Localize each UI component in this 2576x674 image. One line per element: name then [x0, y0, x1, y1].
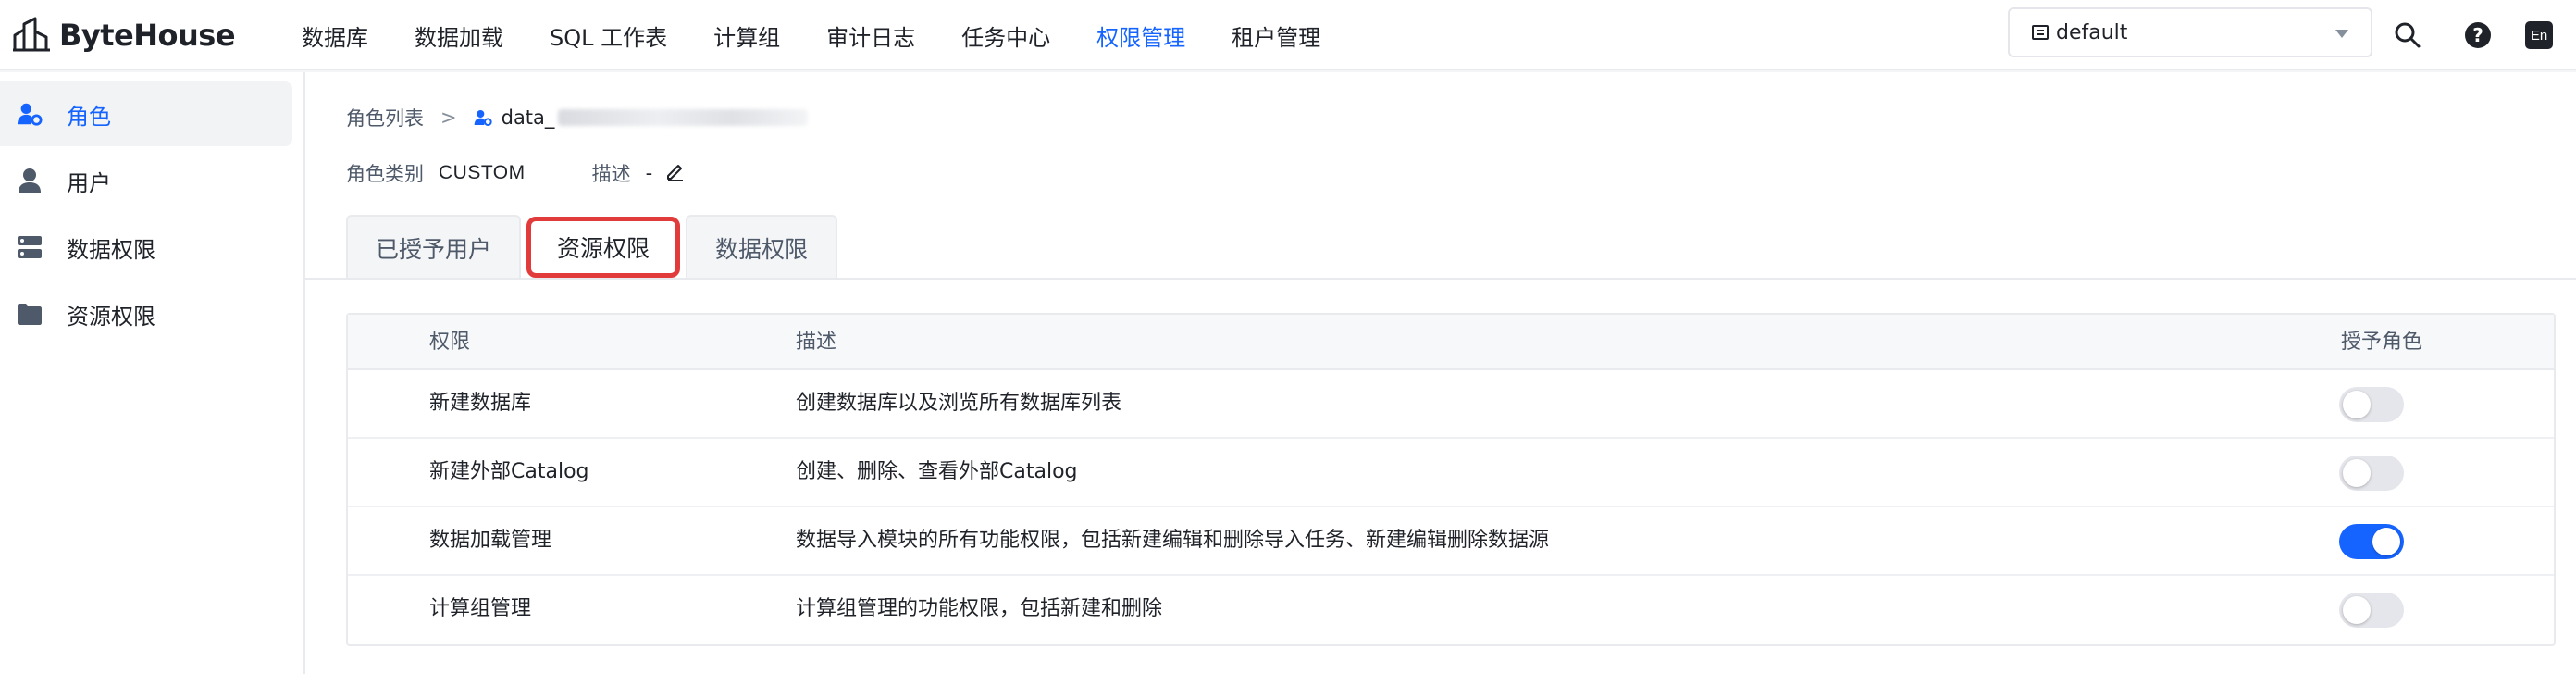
- language-icon: En: [2525, 21, 2553, 49]
- nav-item-tenant-management[interactable]: 租户管理: [1232, 19, 1320, 52]
- table-row: 计算组管理 计算组管理的功能权限，包括新建和删除: [348, 576, 2554, 644]
- permission-description: 创建、删除、查看外部Catalog: [796, 460, 1078, 483]
- workspace-select[interactable]: default: [2008, 7, 2372, 57]
- role-icon: [474, 110, 492, 127]
- breadcrumb: 角色列表 > data_: [346, 104, 809, 131]
- tab-data-permissions[interactable]: 数据权限: [686, 215, 838, 280]
- sidebar-item-users[interactable]: 用户: [0, 148, 292, 213]
- breadcrumb-role-list[interactable]: 角色列表: [346, 104, 424, 131]
- nav-item-databases[interactable]: 数据库: [302, 19, 368, 52]
- search-button[interactable]: [2389, 17, 2426, 54]
- role-type-value: CUSTOM: [439, 162, 526, 183]
- chevron-down-icon: [2335, 30, 2348, 38]
- sidebar-item-label: 用户: [67, 169, 111, 196]
- edit-description-button[interactable]: [665, 161, 686, 186]
- table-header: 权限 描述 授予角色: [348, 315, 2554, 370]
- app-logo[interactable]: ByteHouse: [11, 0, 236, 70]
- breadcrumb-current-role: data_: [474, 106, 809, 129]
- sidebar-item-label: 数据权限: [67, 236, 155, 263]
- tab-granted-users[interactable]: 已授予用户: [346, 215, 522, 280]
- sidebar: 角色 用户 数据权限 资源权限: [0, 72, 305, 674]
- tab-divider: [305, 278, 2576, 280]
- top-navbar: ByteHouse 数据库 数据加载 SQL 工作表 计算组 审计日志 任务中心…: [0, 0, 2576, 70]
- sidebar-item-resource-permissions[interactable]: 资源权限: [0, 281, 292, 346]
- redacted-text: [558, 109, 809, 126]
- server-icon: [17, 234, 43, 260]
- sidebar-item-data-permissions[interactable]: 数据权限: [0, 215, 292, 280]
- edit-icon: [667, 164, 684, 181]
- table-row: 数据加载管理 数据导入模块的所有功能权限，包括新建编辑和删除导入任务、新建编辑删…: [348, 507, 2554, 576]
- nav-item-data-loading[interactable]: 数据加载: [415, 19, 503, 52]
- column-header-permission: 权限: [429, 331, 471, 354]
- help-button[interactable]: ?: [2459, 17, 2496, 54]
- permission-description: 创建数据库以及浏览所有数据库列表: [796, 392, 1122, 415]
- main-nav: 数据库 数据加载 SQL 工作表 计算组 审计日志 任务中心 权限管理 租户管理: [302, 0, 1367, 70]
- sidebar-item-label: 资源权限: [67, 303, 155, 330]
- tab-resource-permissions[interactable]: 资源权限: [526, 217, 681, 278]
- workspace-name: default: [2056, 20, 2128, 44]
- breadcrumb-separator: >: [440, 106, 457, 129]
- grant-toggle[interactable]: [2339, 387, 2404, 422]
- role-tabs: 已授予用户 资源权限 数据权限: [346, 213, 843, 280]
- permission-description: 数据导入模块的所有功能权限，包括新建编辑和删除导入任务、新建编辑删除数据源: [796, 529, 1550, 552]
- folder-icon: [17, 301, 43, 327]
- app-name: ByteHouse: [59, 18, 236, 53]
- permission-description: 计算组管理的功能权限，包括新建和删除: [796, 597, 1163, 620]
- grant-toggle[interactable]: [2339, 524, 2404, 559]
- role-desc-label: 描述: [591, 163, 631, 185]
- language-button[interactable]: En: [2520, 17, 2557, 54]
- workspace-icon: [2032, 25, 2049, 40]
- permission-name: 计算组管理: [429, 597, 532, 620]
- help-icon: ?: [2465, 22, 2491, 48]
- column-header-grant-role: 授予角色: [2341, 331, 2423, 354]
- current-role-name: data_: [501, 106, 555, 129]
- permission-name: 新建数据库: [429, 392, 532, 415]
- role-desc-value: -: [645, 162, 653, 184]
- nav-item-compute-groups[interactable]: 计算组: [713, 19, 780, 52]
- search-icon: [2395, 22, 2421, 48]
- column-header-description: 描述: [796, 331, 837, 354]
- role-type-label: 角色类别: [346, 163, 424, 185]
- nav-item-audit-log[interactable]: 审计日志: [826, 19, 915, 52]
- sidebar-item-label: 角色: [67, 103, 111, 130]
- user-cog-icon: [17, 101, 43, 127]
- sidebar-item-roles[interactable]: 角色: [0, 81, 292, 146]
- permission-name: 新建外部Catalog: [429, 460, 589, 483]
- nav-item-permissions[interactable]: 权限管理: [1096, 19, 1185, 52]
- grant-toggle[interactable]: [2339, 456, 2404, 491]
- resource-permissions-table: 权限 描述 授予角色 新建数据库 创建数据库以及浏览所有数据库列表 新建外部Ca…: [346, 313, 2556, 646]
- role-meta: 角色类别 CUSTOM 描述 -: [346, 159, 686, 187]
- bytehouse-logo-icon: [13, 17, 50, 52]
- nav-item-task-center[interactable]: 任务中心: [961, 19, 1050, 52]
- user-icon: [17, 168, 43, 193]
- grant-toggle[interactable]: [2339, 593, 2404, 628]
- nav-item-sql-worksheet[interactable]: SQL 工作表: [550, 19, 667, 52]
- main-content: 角色列表 > data_ 角色类别 CUSTOM 描述 - 已授予用户 资源权限…: [305, 72, 2576, 674]
- table-row: 新建外部Catalog 创建、删除、查看外部Catalog: [348, 439, 2554, 507]
- table-row: 新建数据库 创建数据库以及浏览所有数据库列表: [348, 370, 2554, 439]
- permission-name: 数据加载管理: [429, 529, 552, 552]
